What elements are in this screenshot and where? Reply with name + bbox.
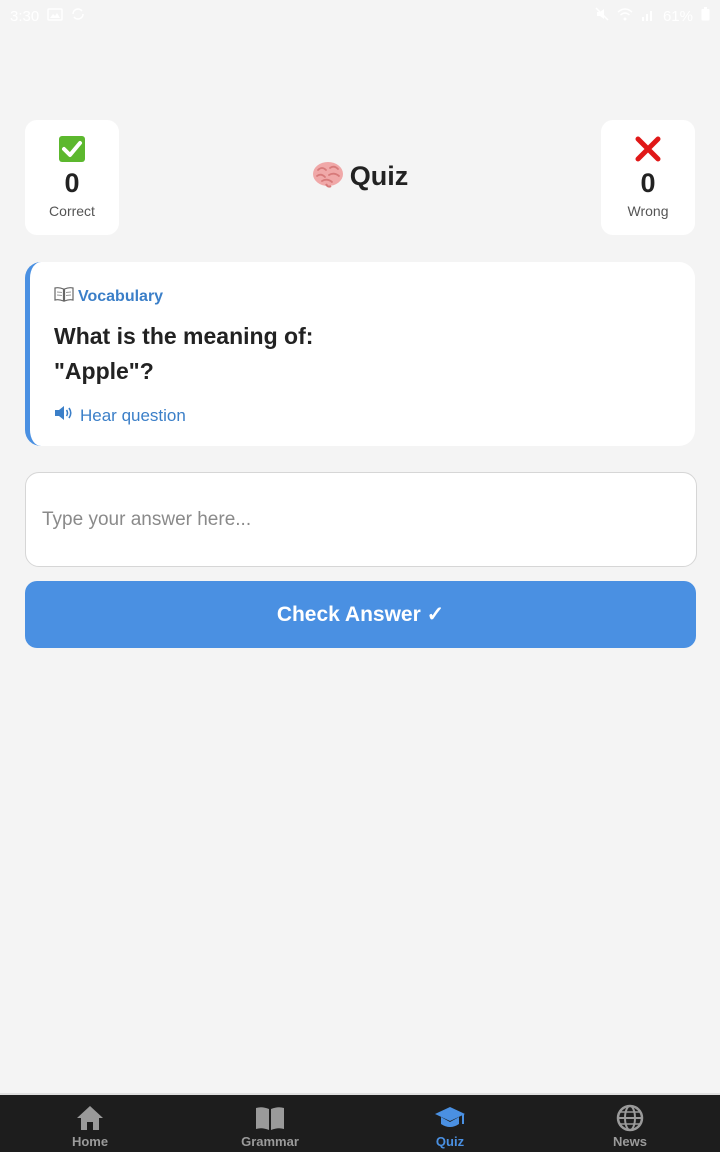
open-book-icon <box>54 286 74 307</box>
nav-item-home[interactable]: Home <box>0 1095 180 1152</box>
status-time: 3:30 <box>10 7 40 25</box>
wrong-label: Wrong <box>627 203 669 219</box>
hear-question-label: Hear question <box>80 405 186 425</box>
nav-item-grammar[interactable]: Grammar <box>180 1095 360 1152</box>
answer-input[interactable] <box>25 472 697 567</box>
title-text: Quiz <box>349 161 409 191</box>
question-card: Vocabulary What is the meaning of: "Appl… <box>25 262 695 446</box>
battery-percent: 61% <box>662 7 693 25</box>
wrong-score-card: 0 Wrong <box>601 120 695 235</box>
status-left: 3:30 <box>10 7 85 25</box>
nav-item-news[interactable]: News <box>540 1095 720 1152</box>
category-tag: Vocabulary <box>54 286 671 307</box>
hear-question-button[interactable]: Hear question <box>54 405 671 426</box>
speaker-icon <box>54 405 74 426</box>
correct-label: Correct <box>49 203 95 219</box>
globe-icon <box>614 1103 646 1133</box>
wrong-count: 0 <box>640 168 656 198</box>
bottom-nav: Home Grammar Quiz News <box>0 1093 720 1152</box>
brain-icon <box>312 160 344 193</box>
status-bar: 3:30 61% <box>0 0 720 32</box>
cross-mark-icon <box>633 134 663 164</box>
category-label: Vocabulary <box>78 287 164 305</box>
nav-label-quiz: Quiz <box>435 1134 465 1149</box>
question-text-line2: "Apple"? <box>54 358 154 384</box>
status-right: 61% <box>595 7 710 25</box>
graduation-cap-icon <box>434 1103 466 1133</box>
signal-icon <box>641 8 655 25</box>
wifi-icon <box>617 7 633 25</box>
book-icon <box>254 1103 286 1133</box>
question-text-line1: What is the meaning of: <box>54 323 314 349</box>
nav-item-quiz[interactable]: Quiz <box>360 1095 540 1152</box>
gallery-icon <box>47 7 63 25</box>
quiz-screen: 3:30 61% 0 Correct Quiz 0 Wrong Vocabula… <box>0 0 720 1152</box>
nav-label-home: Home <box>71 1134 109 1149</box>
mute-icon <box>595 7 609 25</box>
home-icon <box>74 1103 106 1133</box>
battery-icon <box>701 7 710 25</box>
check-answer-button[interactable]: Check Answer ✓ <box>25 581 696 648</box>
sync-icon <box>71 7 85 25</box>
nav-label-grammar: Grammar <box>241 1134 299 1149</box>
nav-label-news: News <box>613 1134 647 1149</box>
